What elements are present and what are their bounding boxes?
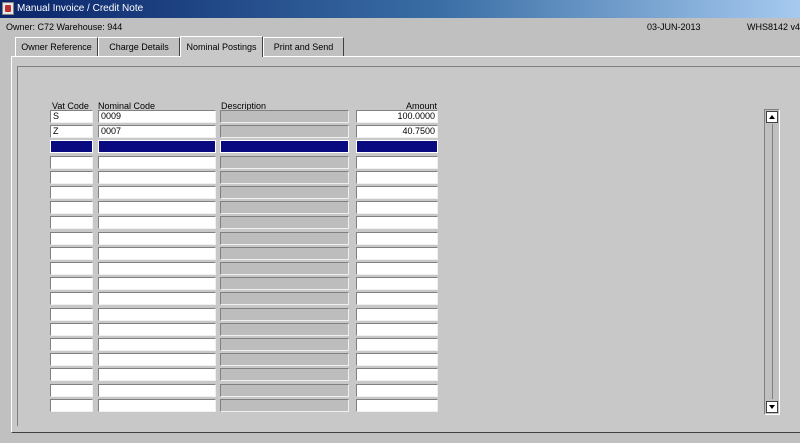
nominal-code-field[interactable] — [98, 246, 216, 260]
amount-field[interactable] — [356, 155, 438, 169]
description-field[interactable] — [220, 201, 349, 215]
scroll-up-arrow-icon[interactable] — [766, 111, 778, 123]
nominal-code-field[interactable] — [98, 292, 216, 306]
amount-field[interactable] — [356, 170, 438, 184]
nominal-code-field[interactable] — [98, 186, 216, 199]
vat-code-field[interactable] — [50, 140, 93, 154]
app-icon[interactable] — [2, 2, 14, 15]
vat-code-field[interactable]: S — [50, 110, 93, 123]
vat-code-field[interactable] — [50, 155, 93, 169]
info-bar: Owner: C72 Warehouse: 944 03-JUN-2013 WH… — [0, 19, 800, 35]
nominal-code-field[interactable]: 0009 — [98, 110, 216, 123]
amount-field[interactable] — [356, 216, 438, 230]
vat-code-field[interactable] — [50, 246, 93, 260]
amount-field[interactable]: 100.0000 — [356, 110, 438, 123]
amount-field[interactable] — [356, 398, 438, 412]
nominal-code-field[interactable] — [98, 277, 216, 291]
vat-code-field[interactable] — [50, 262, 93, 275]
nominal-code-field[interactable] — [98, 383, 216, 397]
vat-code-field[interactable] — [50, 383, 93, 397]
vat-code-field[interactable] — [50, 201, 93, 215]
description-field[interactable] — [220, 170, 349, 184]
description-field[interactable] — [220, 216, 349, 230]
amount-field[interactable]: 40.7500 — [356, 125, 438, 139]
nominal-code-field[interactable] — [98, 231, 216, 245]
description-field[interactable] — [220, 125, 349, 139]
vat-code-field[interactable] — [50, 170, 93, 184]
description-field[interactable] — [220, 353, 349, 367]
amount-field[interactable] — [356, 307, 438, 321]
nominal-code-field[interactable] — [98, 338, 216, 351]
description-field[interactable] — [220, 292, 349, 306]
tab-label: Nominal Postings — [186, 42, 257, 52]
window-title: Manual Invoice / Credit Note — [17, 3, 144, 14]
vat-code-field[interactable] — [50, 322, 93, 336]
nominal-code-field[interactable] — [98, 398, 216, 412]
amount-field[interactable] — [356, 368, 438, 382]
amount-field[interactable] — [356, 186, 438, 199]
vat-code-field[interactable] — [50, 307, 93, 321]
owner-warehouse-info: Owner: C72 Warehouse: 944 — [6, 22, 123, 32]
tab-label: Print and Send — [273, 42, 334, 52]
tab-label: Charge Details — [109, 42, 169, 52]
nominal-code-field[interactable] — [98, 155, 216, 169]
vat-code-field[interactable]: Z — [50, 125, 93, 139]
tab-owner-reference[interactable]: Owner Reference — [15, 37, 98, 56]
nominal-code-field[interactable] — [98, 368, 216, 382]
description-field[interactable] — [220, 246, 349, 260]
description-field[interactable] — [220, 383, 349, 397]
description-field[interactable] — [220, 262, 349, 275]
vertical-scrollbar[interactable] — [764, 109, 780, 415]
nominal-code-field[interactable] — [98, 322, 216, 336]
description-field[interactable] — [220, 110, 349, 123]
amount-field[interactable] — [356, 262, 438, 275]
vat-code-field[interactable] — [50, 292, 93, 306]
vat-code-field[interactable] — [50, 368, 93, 382]
tab-print-and-send[interactable]: Print and Send — [263, 37, 344, 56]
vat-code-field[interactable] — [50, 231, 93, 245]
description-field[interactable] — [220, 277, 349, 291]
description-field[interactable] — [220, 307, 349, 321]
scroll-down-arrow-icon[interactable] — [766, 401, 778, 413]
description-field[interactable] — [220, 398, 349, 412]
vat-code-field[interactable] — [50, 353, 93, 367]
description-field[interactable] — [220, 338, 349, 351]
nominal-code-field[interactable] — [98, 170, 216, 184]
amount-field[interactable] — [356, 140, 438, 154]
vat-code-field[interactable] — [50, 186, 93, 199]
description-field[interactable] — [220, 322, 349, 336]
nominal-code-field[interactable] — [98, 307, 216, 321]
screen-id: WHS8142 v4 — [747, 22, 800, 32]
tab-charge-details[interactable]: Charge Details — [98, 37, 180, 56]
current-date: 03-JUN-2013 — [647, 22, 701, 32]
amount-field[interactable] — [356, 231, 438, 245]
amount-field[interactable] — [356, 353, 438, 367]
tab-label: Owner Reference — [21, 42, 92, 52]
tab-nominal-postings[interactable]: Nominal Postings — [180, 36, 263, 57]
nominal-code-field[interactable] — [98, 140, 216, 154]
amount-field[interactable] — [356, 292, 438, 306]
description-field[interactable] — [220, 140, 349, 154]
scroll-track[interactable] — [772, 124, 773, 399]
nominal-code-field[interactable] — [98, 353, 216, 367]
amount-field[interactable] — [356, 383, 438, 397]
nominal-code-field[interactable] — [98, 262, 216, 275]
vat-code-field[interactable] — [50, 338, 93, 351]
description-field[interactable] — [220, 231, 349, 245]
amount-field[interactable] — [356, 246, 438, 260]
amount-field[interactable] — [356, 277, 438, 291]
vat-code-field[interactable] — [50, 398, 93, 412]
nominal-code-field[interactable] — [98, 216, 216, 230]
nominal-code-field[interactable] — [98, 201, 216, 215]
vat-code-field[interactable] — [50, 277, 93, 291]
description-field[interactable] — [220, 186, 349, 199]
amount-field[interactable] — [356, 201, 438, 215]
vat-code-field[interactable] — [50, 216, 93, 230]
nominal-code-field[interactable]: 0007 — [98, 125, 216, 139]
amount-field[interactable] — [356, 338, 438, 351]
description-field[interactable] — [220, 368, 349, 382]
window-titlebar: Manual Invoice / Credit Note — [0, 0, 800, 18]
amount-field[interactable] — [356, 322, 438, 336]
description-field[interactable] — [220, 155, 349, 169]
